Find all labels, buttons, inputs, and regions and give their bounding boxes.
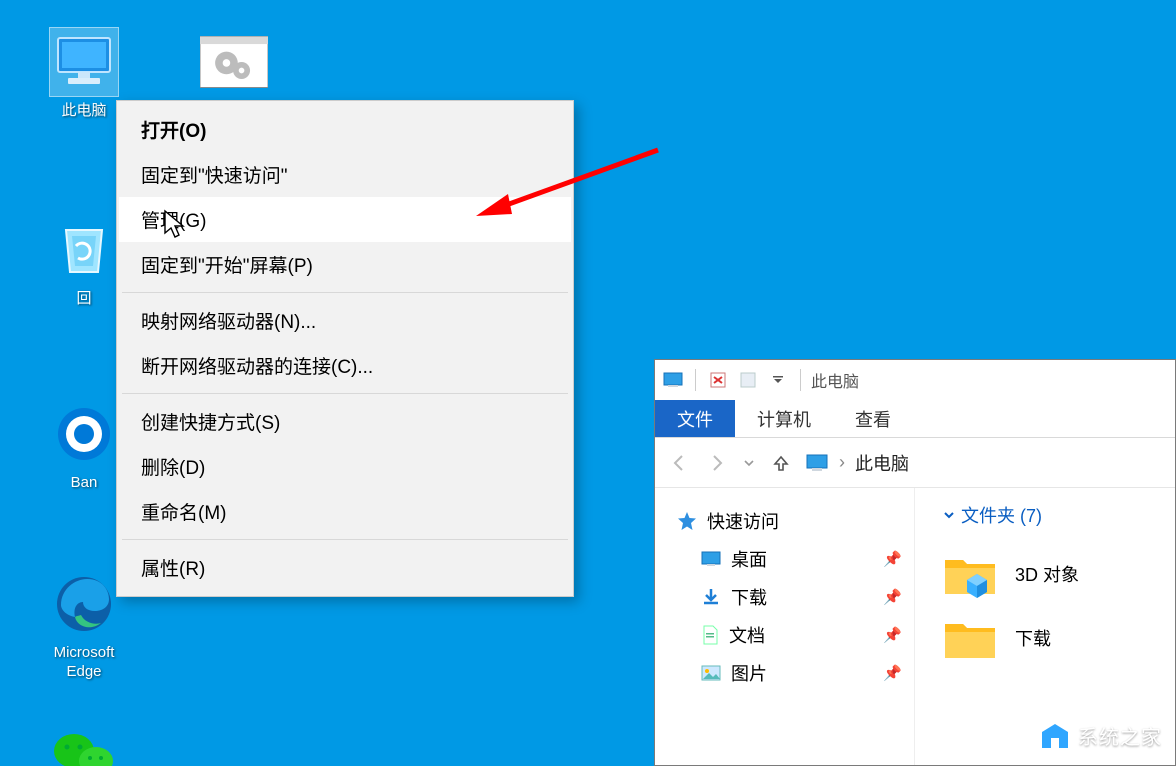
desktop-icon-label: Microsoft Edge [34, 644, 134, 682]
tab-file[interactable]: 文件 [655, 400, 735, 437]
sidebar-item-pictures[interactable]: 图片 📌 [673, 654, 906, 692]
section-header-label: 文件夹 (7) [961, 502, 1042, 528]
menu-separator [122, 292, 568, 293]
sidebar-item-documents[interactable]: 文档 📌 [673, 616, 906, 654]
section-header-folders[interactable]: 文件夹 (7) [943, 502, 1169, 542]
bandicam-icon [50, 400, 118, 468]
chevron-down-icon [943, 509, 955, 521]
system-menu-icon[interactable] [661, 368, 685, 392]
this-pc-icon [805, 453, 829, 473]
edge-icon [50, 570, 118, 638]
menu-item-properties[interactable]: 属性(R) [119, 545, 571, 590]
wechat-icon [50, 720, 118, 766]
nav-forward-icon[interactable] [703, 449, 731, 477]
sidebar-label: 文档 [729, 622, 765, 648]
menu-item-pin-quick-access[interactable]: 固定到"快速访问" [119, 152, 571, 197]
sidebar-label: 图片 [731, 660, 767, 686]
menu-separator [122, 539, 568, 540]
sidebar-label: 下载 [731, 584, 767, 610]
menu-item-pin-start[interactable]: 固定到"开始"屏幕(P) [119, 242, 571, 287]
ribbon-tabs: 文件 计算机 查看 [655, 400, 1175, 438]
pin-icon: 📌 [883, 664, 902, 682]
address-bar[interactable]: › 此电脑 [805, 450, 909, 476]
separator [695, 369, 696, 391]
sidebar-item-desktop[interactable]: 桌面 📌 [673, 540, 906, 578]
tab-view[interactable]: 查看 [833, 400, 913, 437]
watermark-text: 系统之家 [1078, 721, 1162, 750]
menu-item-delete[interactable]: 删除(D) [119, 444, 571, 489]
menu-item-open[interactable]: 打开(O) [119, 107, 571, 152]
nav-back-icon[interactable] [665, 449, 693, 477]
recycle-bin-icon [50, 216, 118, 284]
nav-recent-dropdown-icon[interactable] [741, 449, 757, 477]
explorer-window: 此电脑 文件 计算机 查看 › 此电脑 快速访问 [654, 359, 1176, 766]
this-pc-icon [50, 28, 118, 96]
menu-item-create-shortcut[interactable]: 创建快捷方式(S) [119, 399, 571, 444]
window-title: 此电脑 [811, 368, 859, 392]
sidebar: 快速访问 桌面 📌 下载 📌 文档 📌 图片 📌 [655, 488, 915, 765]
menu-item-disconnect-drive[interactable]: 断开网络驱动器的连接(C)... [119, 343, 571, 388]
qat-properties-icon[interactable] [706, 368, 730, 392]
sidebar-label: 桌面 [731, 546, 767, 572]
desktop-icon-settings[interactable] [184, 28, 284, 102]
tab-computer[interactable]: 计算机 [735, 400, 833, 437]
nav-up-icon[interactable] [767, 449, 795, 477]
document-icon [701, 625, 719, 645]
separator [800, 369, 801, 391]
picture-icon [701, 665, 721, 681]
folder-item-3d-objects[interactable]: 3D 对象 [943, 542, 1169, 606]
desktop-icon [701, 551, 721, 567]
download-icon [701, 587, 721, 607]
pin-icon: 📌 [883, 588, 902, 606]
folder-icon [943, 550, 997, 598]
sidebar-item-downloads[interactable]: 下载 📌 [673, 578, 906, 616]
folder-icon [943, 614, 997, 662]
menu-item-map-drive[interactable]: 映射网络驱动器(N)... [119, 298, 571, 343]
menu-item-manage[interactable]: 管理(G) [119, 197, 571, 242]
titlebar[interactable]: 此电脑 [655, 360, 1175, 400]
context-menu: 打开(O) 固定到"快速访问" 管理(G) 固定到"开始"屏幕(P) 映射网络驱… [116, 100, 574, 597]
watermark-logo-icon [1038, 718, 1072, 752]
desktop-icon-wechat[interactable] [34, 720, 134, 766]
settings-shortcut-icon [200, 28, 268, 96]
qat-dropdown-icon[interactable] [766, 368, 790, 392]
pin-icon: 📌 [883, 550, 902, 568]
folder-label: 下载 [1015, 625, 1051, 651]
folder-item-downloads[interactable]: 下载 [943, 606, 1169, 670]
star-icon [677, 511, 697, 531]
menu-separator [122, 393, 568, 394]
folder-label: 3D 对象 [1015, 561, 1079, 587]
qat-blank-icon[interactable] [736, 368, 760, 392]
sidebar-item-quick-access[interactable]: 快速访问 [673, 502, 906, 540]
breadcrumb-text: 此电脑 [855, 450, 909, 476]
sidebar-label: 快速访问 [707, 508, 779, 534]
menu-item-rename[interactable]: 重命名(M) [119, 489, 571, 534]
pin-icon: 📌 [883, 626, 902, 644]
watermark: 系统之家 [1038, 718, 1162, 752]
navigation-bar: › 此电脑 [655, 438, 1175, 488]
